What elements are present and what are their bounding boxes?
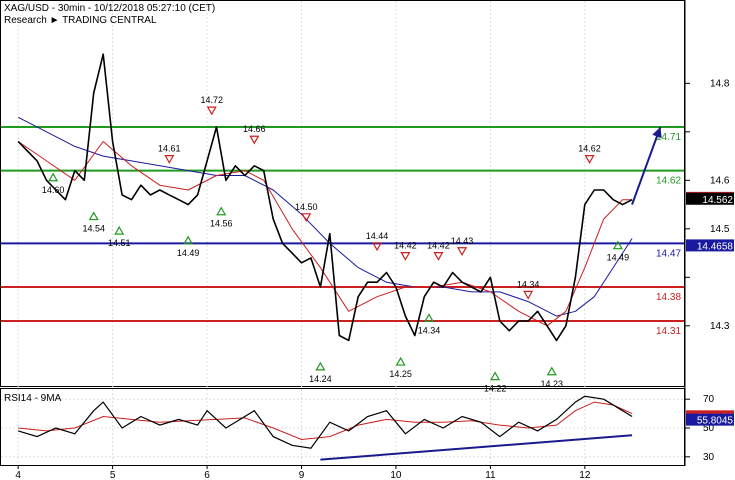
pivot-high-label: 14.42 (427, 241, 450, 251)
pivot-low-label: 14.23 (541, 379, 564, 389)
pivot-low-label: 14.51 (108, 238, 131, 248)
price-tick-label: 14.8 (710, 78, 730, 89)
chart-canvas: 14.7114.6214.4714.3814.31 14.6014.5414.5… (0, 0, 735, 480)
pivot-low-marker (490, 371, 501, 381)
price-tick-label: 14.5 (710, 224, 730, 235)
pivot-high-label: 14.72 (201, 95, 224, 105)
fast-moving-average-line (17, 141, 633, 327)
pivot-high-marker (301, 213, 312, 223)
x-tick-label: 4 (15, 470, 21, 480)
chart-header-line1: XAG/USD - 30min - 10/12/2018 05:27:10 (C… (4, 3, 215, 14)
series-layer (17, 53, 662, 342)
x-tick-label: 11 (485, 470, 496, 480)
pivot-high-marker (164, 155, 175, 164)
price-tick-label: 14.6 (710, 175, 730, 186)
rsi-trendline (320, 434, 633, 461)
pivot-low-marker (546, 366, 557, 376)
level-label: 14.31 (656, 326, 681, 337)
rsi-tick-label: 70 (703, 394, 715, 405)
pivot-low-marker (88, 211, 99, 221)
axis-labels: 4 5 6 9 10 11 1214.314.514.614.8305070 (15, 78, 730, 480)
pivot-high-label: 14.44 (366, 231, 389, 241)
pivot-high-marker (249, 135, 260, 145)
pivot-high-marker (584, 155, 595, 164)
pivot-low-label: 14.49 (177, 248, 200, 258)
price-value-tag-label: 14.562 (702, 195, 733, 206)
price-line (17, 53, 633, 342)
pivot-high-label: 14.50 (295, 202, 318, 212)
pivot-high-marker (457, 247, 468, 256)
x-tick-label: 10 (390, 470, 402, 480)
projection-arrow-line (631, 126, 662, 205)
rsi-panel-frame (0, 388, 685, 466)
pivot-high-label: 14.62 (578, 144, 601, 154)
pivot-high-marker (523, 290, 534, 300)
pivot-high-marker (433, 252, 444, 261)
pivot-high-label: 14.34 (517, 279, 540, 289)
pivot-low-marker (48, 172, 59, 182)
pivot-high-label: 14.43 (451, 236, 474, 246)
pivot-low-label: 14.34 (418, 325, 441, 335)
rsi-ma-line (18, 401, 633, 441)
pivot-high-marker (206, 106, 217, 116)
x-tick-label: 9 (299, 470, 305, 480)
pivot-high-label: 14.42 (394, 241, 417, 251)
pivot-low-label: 14.24 (309, 374, 332, 384)
pivot-low-label: 14.54 (82, 224, 105, 234)
rsi-line (18, 395, 633, 449)
pivot-low-marker (114, 225, 125, 235)
pivot-high-label: 14.66 (243, 124, 266, 134)
x-tick-label: 6 (204, 470, 210, 480)
chart-header-line2: Research ► TRADING CENTRAL (4, 15, 157, 26)
pivot-low-marker (395, 356, 406, 366)
pivot-low-label: 14.49 (607, 253, 630, 263)
x-tick-label: 12 (579, 470, 591, 480)
pivot-annotations: 14.60 14.5414.51 14.49 14.56 14.61 14.72 14.66… (42, 95, 629, 393)
pivot-low-marker (315, 361, 326, 371)
pivot-low-label: 14.22 (484, 384, 507, 394)
pivot-low-marker (216, 206, 227, 216)
rsi-panel-title: RSI14 - 9MA (4, 393, 62, 404)
pivot-low-label: 14.60 (42, 185, 65, 195)
price-value-tag-label: 14.4658 (697, 241, 734, 252)
pivot-low-label: 14.25 (389, 369, 412, 379)
x-tick-label: 5 (110, 470, 116, 480)
pivot-high-label: 14.61 (158, 144, 181, 154)
pivot-low-label: 14.56 (210, 219, 233, 229)
level-label: 14.47 (656, 248, 681, 259)
rsi-tick-label: 30 (703, 452, 715, 463)
level-label: 14.62 (656, 176, 681, 187)
rsi-value-tag-label: 55.8045 (697, 416, 734, 427)
price-tick-label: 14.3 (710, 321, 730, 332)
level-label: 14.38 (656, 292, 681, 303)
pivot-high-marker (400, 252, 411, 261)
rsi-layer (1, 395, 684, 461)
